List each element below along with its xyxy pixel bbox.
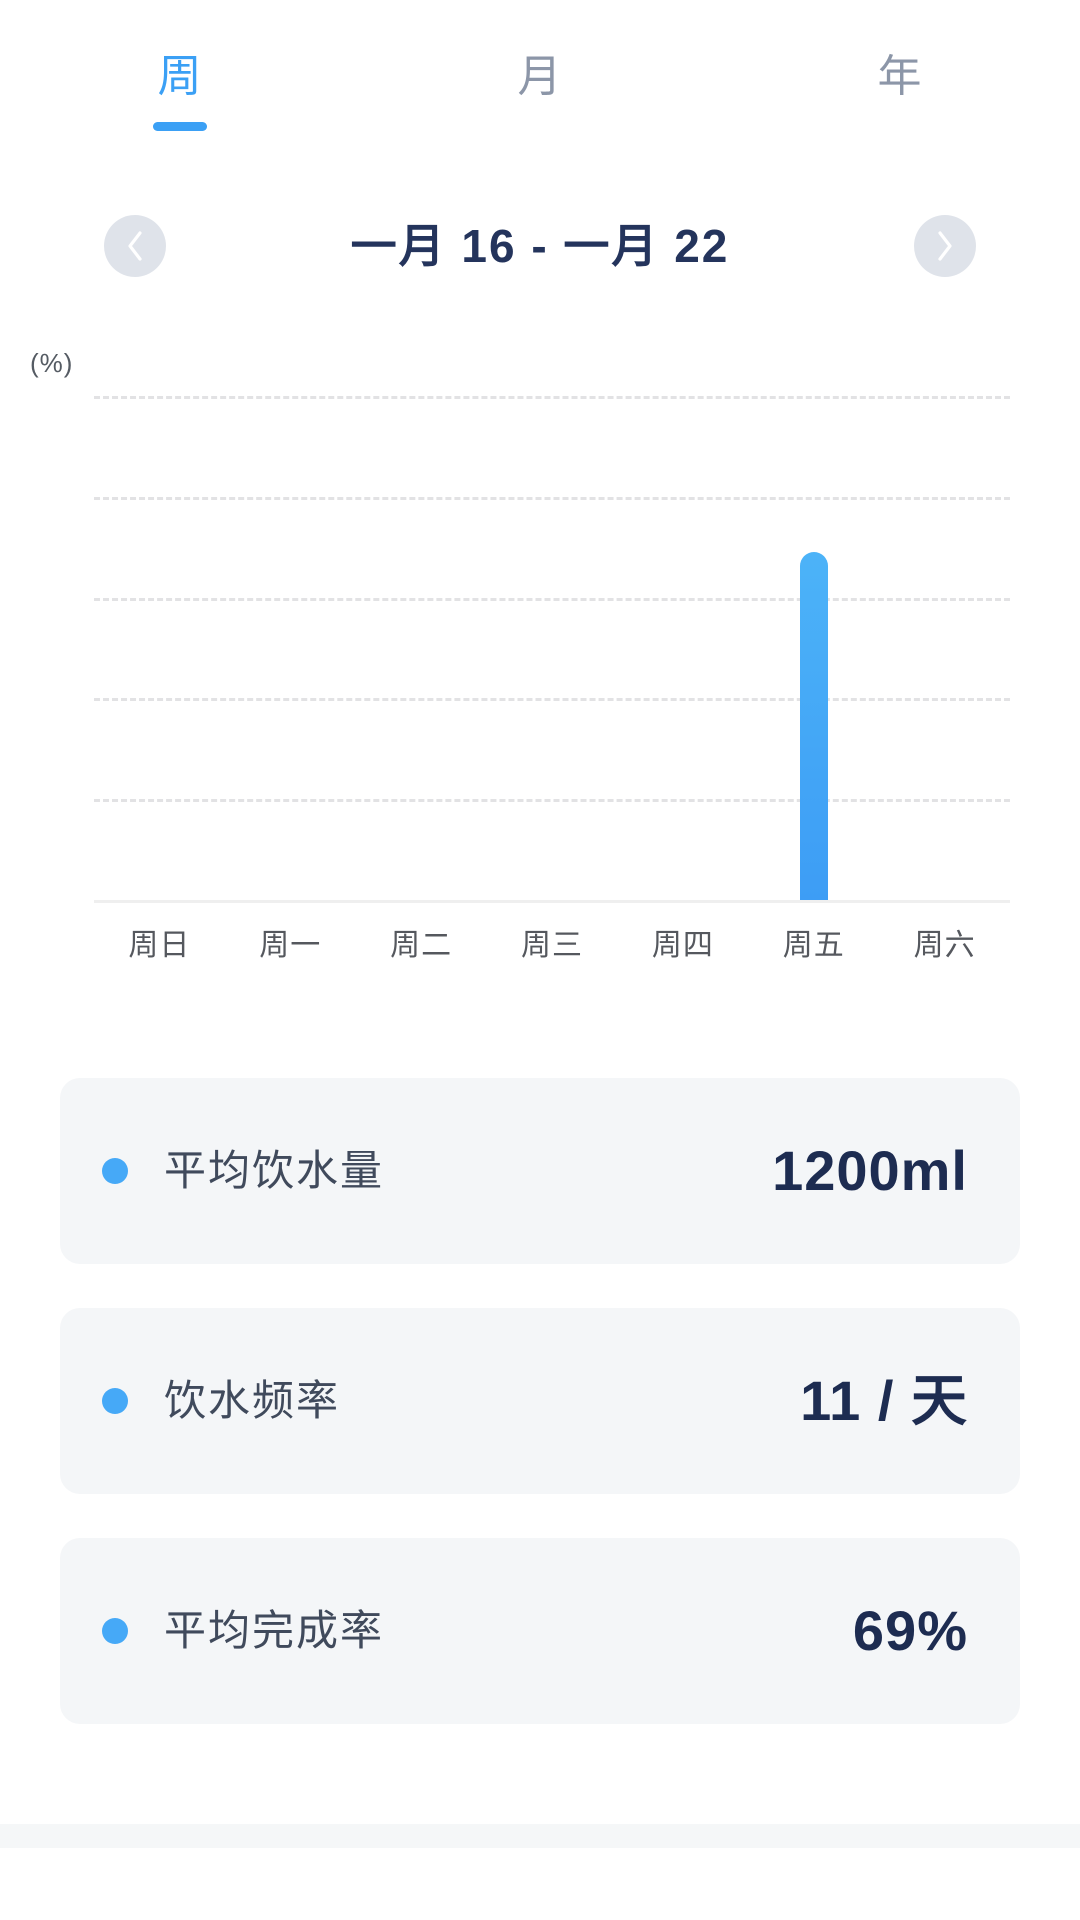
- tab-year[interactable]: 年: [720, 0, 1080, 160]
- stat-card[interactable]: 饮水频率 11 / 天: [60, 1308, 1020, 1494]
- x-axis-label-5: 周五: [782, 929, 845, 962]
- date-navigation: 一月 16 - 一月 22: [0, 196, 1080, 296]
- next-period-button[interactable]: [914, 215, 976, 277]
- stat-card-value: 1200ml: [772, 1139, 968, 1202]
- bar-cell-周三[interactable]: [487, 396, 618, 900]
- gridline-0: [94, 900, 1010, 903]
- x-axis-label-2: 周二: [390, 929, 453, 962]
- tab-month-label: 月: [517, 52, 563, 101]
- bar-cell-周五[interactable]: [748, 396, 879, 900]
- tab-week-underline: [153, 122, 207, 131]
- tab-month-underline: [513, 122, 567, 131]
- tab-year-underline: [873, 122, 927, 131]
- completion-rate-bar-chart: (%) 100806040200 周日周一周二周三周四周五周六: [0, 340, 1080, 980]
- tab-week-label: 周: [157, 52, 203, 101]
- tab-week[interactable]: 周: [0, 0, 360, 160]
- stat-card-label: 饮水频率: [164, 1377, 341, 1424]
- chart-bars: [94, 396, 1010, 900]
- period-tabbar: 周 月 年: [0, 0, 1080, 160]
- y-axis-unit-label: (%): [30, 348, 74, 378]
- summary-cards: 平均饮水量 1200ml 饮水频率 11 / 天平均完成率 69%: [60, 1078, 1020, 1768]
- chevron-left-icon: [128, 231, 142, 261]
- blue-dot-icon: [102, 1388, 128, 1414]
- blue-dot-icon: [102, 1618, 128, 1644]
- bar-cell-周四[interactable]: [617, 396, 748, 900]
- x-axis-labels: 周日 周一 周二 周三 周四 周五 周六: [94, 926, 1010, 966]
- x-axis-label-3: 周三: [521, 929, 583, 962]
- stat-card-label: 平均完成率: [164, 1607, 385, 1654]
- bar-周五[interactable]: [799, 552, 828, 900]
- bar-cell-周六[interactable]: [879, 396, 1010, 900]
- previous-period-button[interactable]: [104, 215, 166, 277]
- stat-card-value: 69%: [852, 1599, 968, 1662]
- bar-cell-周二[interactable]: [356, 396, 487, 900]
- bar-cell-周日[interactable]: [94, 396, 225, 900]
- x-axis-label-4: 周四: [651, 929, 714, 962]
- stat-card[interactable]: 平均完成率 69%: [60, 1538, 1020, 1724]
- water-statistics-screen: 周 月 年 一月 16 - 一月 22 (%) 100806040200: [0, 0, 1080, 1920]
- stat-card[interactable]: 平均饮水量 1200ml: [60, 1078, 1020, 1264]
- chevron-right-icon: [938, 231, 952, 261]
- blue-dot-icon: [102, 1158, 128, 1184]
- x-axis-label-1: 周一: [259, 929, 322, 962]
- date-range-label: 一月 16 - 一月 22: [350, 220, 730, 272]
- tab-month[interactable]: 月: [360, 0, 720, 160]
- stat-card-value: 11 / 天: [800, 1369, 968, 1432]
- x-axis-label-6: 周六: [913, 929, 976, 962]
- bottom-divider: [0, 1824, 1080, 1848]
- bar-cell-周一[interactable]: [225, 396, 356, 900]
- tab-year-label: 年: [877, 52, 923, 101]
- x-axis-label-0: 周日: [128, 929, 191, 962]
- stat-card-label: 平均饮水量: [164, 1147, 385, 1194]
